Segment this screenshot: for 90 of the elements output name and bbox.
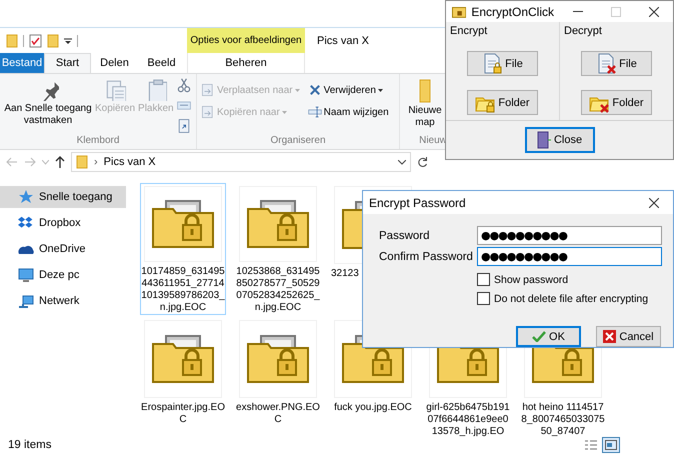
icons-view-button[interactable] [602,437,620,453]
ribbon-tab[interactable]: Bestand [0,53,44,73]
close-icon [649,6,659,16]
new-folder-button[interactable]: Nieuwe map [403,78,447,135]
checkbox-label[interactable]: Show password [494,274,568,286]
properties-icon[interactable] [29,34,42,48]
file-item[interactable]: 10174859_631495443611951_2771410139589786203_n.jpg.EOC [140,183,226,315]
path-separator: › [94,156,98,168]
file-name: fuck you.jpg.EOC [333,402,413,414]
list-icon [585,440,597,450]
document-lock-icon [482,53,502,74]
document-cross-icon [596,53,616,74]
ribbon-tab[interactable]: Beheren [187,53,305,73]
forward-icon [24,157,36,167]
file-button[interactable]: File [467,51,538,76]
file-name: hot heino 11145178_800746503307550_87407 [521,402,605,438]
ribbon-tab[interactable]: Delen [91,53,138,73]
folder-button[interactable]: Folder [467,90,538,115]
file-name: 32123 [331,268,360,280]
group-label: Organiseren [269,135,327,148]
field-label: Password [379,230,430,242]
locked-folder-icon [247,200,309,248]
refresh-icon[interactable] [417,156,428,168]
cross-icon [603,330,616,343]
delete-button[interactable]: Verwijderen [306,82,390,98]
caret-icon [282,110,287,114]
minimize-icon [573,11,583,12]
password-field[interactable]: ●●●●●●●●●● [477,226,662,245]
sidebar-item[interactable]: OneDrive [0,238,126,260]
copy-icon [104,79,126,101]
dialog-title: Encrypt Password [369,196,466,210]
chevron-icon[interactable] [398,160,406,164]
folder-icon [6,34,18,48]
ribbon-tab[interactable]: Beeld [138,53,185,73]
checkbox-label[interactable]: Do not delete file after encrypting [494,292,648,304]
item-count: 19 items [8,439,52,451]
locked-folder-icon [152,335,214,383]
back-icon [6,157,18,167]
address-field[interactable]: › Pics van X [71,152,411,172]
file-name: exshower.PNG.EOC [236,402,320,426]
file-name: 10174859_631495443611951_2771410139589786203_n.jpg.EOC [141,266,225,314]
dropdown-icon[interactable] [64,36,72,46]
rename-icon [308,105,322,119]
star-icon [18,189,34,205]
context-tab-header: Opties voor afbeeldingen [187,28,305,53]
locked-folder-icon [247,335,309,383]
door-icon [536,131,551,149]
pin-button[interactable]: Aan Snelle toegang vastmaken [3,78,93,135]
maximize-icon [611,6,621,16]
sidebar-item[interactable]: Netwerk [0,290,126,312]
folder-icon [419,79,431,103]
locked-folder-icon [152,200,214,248]
folder-button[interactable]: Folder [581,90,652,115]
close-icon [649,198,659,208]
password-field[interactable]: ●●●●●●●●●● [477,247,662,266]
rename-button[interactable]: Naam wijzigen [306,104,390,120]
group-label: Decrypt [563,24,603,37]
group-label: Encrypt [449,24,488,37]
scissors-icon [176,78,192,94]
checkbox[interactable] [477,273,490,286]
monitor-icon [18,267,34,283]
ok-button[interactable]: OK [516,326,581,347]
up-arrow-icon [55,156,65,168]
file-name: girl-625b6475b19107f6644861e9ee013578_h.jpg.EO [426,402,510,438]
delete-icon [308,83,322,97]
network-icon [18,293,34,309]
window-title: EncryptOnClick [471,4,554,18]
path-segment[interactable]: Pics van X [104,156,156,168]
up-button[interactable] [55,156,65,168]
folder-icon [47,34,59,48]
close-button[interactable]: Close [524,127,594,153]
field-label: Confirm Password [379,250,474,262]
preview-icon [605,440,617,450]
check-icon [532,331,546,342]
file-button[interactable]: File [581,51,652,76]
file-name: 10253868_631495850278577_5052907052834252625_n.jpg.EOC [236,266,320,314]
file-name: Erospainter.jpg.EOC [141,402,225,426]
checkbox[interactable] [477,292,490,305]
move-icon [201,83,215,97]
move-icon [201,105,215,119]
sidebar-item[interactable]: Dropbox [0,212,126,234]
sidebar-item[interactable]: Deze pc [0,264,126,286]
caret-icon [294,88,300,92]
window-title: Pics van X [316,34,369,48]
ribbon-tab[interactable]: Start [44,53,91,73]
cancel-button[interactable]: Cancel [596,326,661,347]
caret-icon [378,88,383,92]
group-label: Klembord [76,135,120,148]
folder-icon [76,155,88,169]
sidebar-item[interactable]: Snelle toegang [0,186,126,208]
